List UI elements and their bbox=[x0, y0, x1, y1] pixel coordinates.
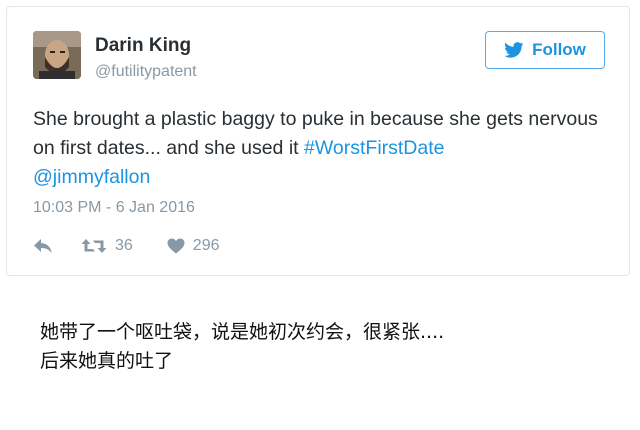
tweet-actions: 36 296 bbox=[33, 235, 220, 257]
caption-line-1: 她带了一个呕吐袋，说是她初次约会，很紧张.... bbox=[40, 321, 445, 343]
retweet-count: 36 bbox=[115, 237, 133, 254]
timestamp[interactable]: 10:03 PM - 6 Jan 2016 bbox=[33, 199, 195, 217]
hashtag-link[interactable]: #WorstFirstDate bbox=[304, 137, 445, 159]
avatar[interactable] bbox=[33, 31, 81, 79]
mention-link[interactable]: @jimmyfallon bbox=[33, 166, 150, 188]
like-count: 296 bbox=[192, 237, 220, 254]
reply-icon bbox=[34, 239, 52, 253]
heart-icon bbox=[167, 238, 185, 254]
avatar-photo bbox=[33, 31, 81, 79]
username[interactable]: @futilitypatent bbox=[95, 63, 197, 81]
tweet-card: Darin King @futilitypatent Follow She br… bbox=[6, 6, 630, 276]
retweet-icon bbox=[81, 239, 107, 253]
caption-text: 她带了一个呕吐袋，说是她初次约会，很紧张.... 后来她真的吐了 bbox=[40, 318, 444, 376]
retweet-button[interactable]: 36 bbox=[81, 237, 133, 255]
like-button[interactable]: 296 bbox=[167, 237, 220, 255]
reply-button[interactable] bbox=[33, 238, 53, 254]
follow-button[interactable]: Follow bbox=[485, 31, 605, 69]
tweet-text: She brought a plastic baggy to puke in b… bbox=[33, 105, 613, 192]
display-name[interactable]: Darin King bbox=[95, 35, 191, 57]
twitter-bird-icon bbox=[504, 42, 524, 58]
caption-line-2: 后来她真的吐了 bbox=[40, 350, 174, 372]
follow-label: Follow bbox=[532, 40, 586, 59]
